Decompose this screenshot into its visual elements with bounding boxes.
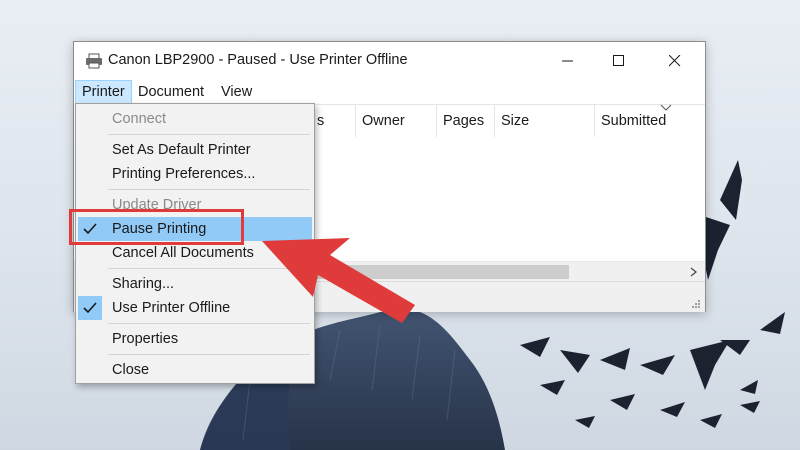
menu-separator: [108, 323, 310, 324]
menu-item-label: Sharing...: [112, 276, 175, 292]
check-gutter: [78, 296, 102, 320]
menu-item-label: Printing Preferences...: [112, 166, 256, 182]
menu-item-label: Close: [112, 362, 150, 378]
menu-item-label: Set As Default Printer: [112, 142, 251, 158]
menu-separator: [108, 354, 310, 355]
maximize-button[interactable]: [596, 42, 642, 80]
menu-item-properties[interactable]: Properties: [78, 327, 312, 351]
menu-separator: [108, 268, 310, 269]
title-bar[interactable]: Canon LBP2900 - Paused - Use Printer Off…: [74, 42, 705, 80]
column-header-submitted[interactable]: Submitted: [594, 105, 705, 137]
menu-item-printing-preferences[interactable]: Printing Preferences...: [78, 162, 312, 186]
menu-document[interactable]: Document: [132, 80, 210, 104]
sort-chevron-icon: [660, 104, 672, 111]
close-button[interactable]: [652, 42, 698, 80]
column-header-size[interactable]: Size: [494, 105, 594, 137]
minimize-icon: [562, 60, 573, 62]
window-title: Canon LBP2900 - Paused - Use Printer Off…: [108, 52, 408, 68]
column-header-pages[interactable]: Pages: [436, 105, 494, 137]
menu-item-label: Properties: [112, 331, 179, 347]
column-header-status[interactable]: s: [311, 105, 355, 137]
column-header-owner[interactable]: Owner: [355, 105, 438, 137]
scroll-right-button[interactable]: [684, 262, 704, 281]
minimize-button[interactable]: [545, 42, 591, 80]
menu-item-label: Connect: [112, 111, 167, 127]
menu-separator: [108, 134, 310, 135]
menu-bar: Printer Document View: [74, 80, 705, 104]
menu-item-use-printer-offline[interactable]: Use Printer Offline: [78, 296, 312, 320]
chevron-right-icon: [690, 267, 697, 277]
printer-icon: [86, 53, 102, 69]
menu-separator: [108, 189, 310, 190]
menu-view[interactable]: View: [215, 80, 258, 104]
scrollbar-thumb[interactable]: [314, 265, 569, 279]
maximize-icon: [613, 55, 624, 66]
menu-item-sharing[interactable]: Sharing...: [78, 272, 312, 296]
close-icon: [669, 55, 681, 67]
menu-item-label: Cancel All Documents: [112, 245, 254, 261]
annotation-highlight-box: [69, 209, 244, 245]
menu-printer[interactable]: Printer: [75, 80, 132, 104]
menu-item-set-default-printer[interactable]: Set As Default Printer: [78, 138, 312, 162]
menu-item-connect[interactable]: Connect: [78, 107, 312, 131]
menu-item-label: Use Printer Offline: [112, 300, 231, 316]
checkmark-icon: [83, 302, 97, 314]
resize-grip-icon[interactable]: [691, 299, 701, 309]
menu-item-close[interactable]: Close: [78, 358, 312, 382]
